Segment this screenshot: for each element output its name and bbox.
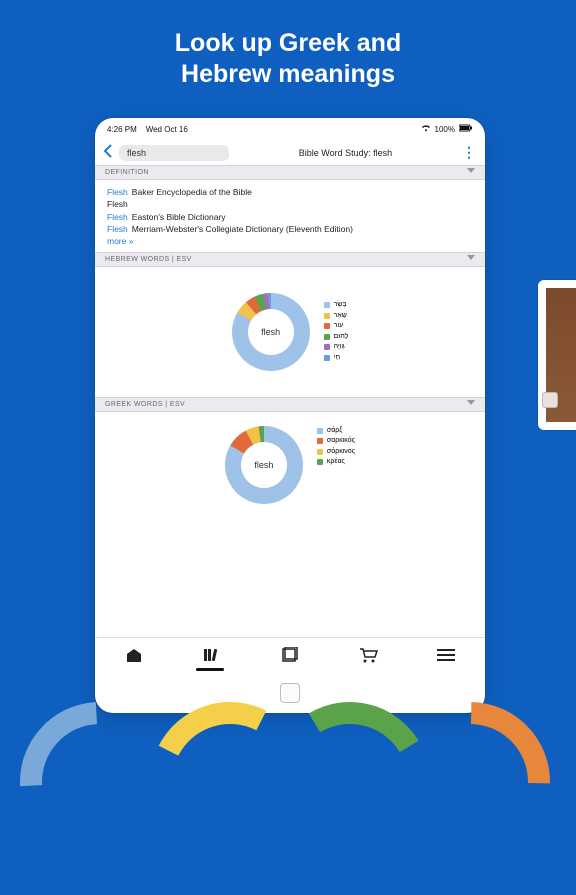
legend-label: גְּוִיָּה: [334, 342, 345, 353]
definition-row[interactable]: Flesh Merriam-Webster's Collegiate Dictio…: [107, 223, 473, 235]
legend-label: לְחוּם: [334, 332, 349, 343]
greek-legend: σάρξ σαρκικός σάρκινος κρέας: [317, 426, 355, 468]
definition-word-plain: Flesh: [107, 198, 473, 210]
definition-row[interactable]: Flesh Easton's Bible Dictionary: [107, 211, 473, 223]
status-battery: 100%: [435, 125, 455, 134]
search-value: flesh: [127, 148, 146, 158]
swatch-icon: [324, 344, 330, 350]
section-definition-label: DEFINITION: [105, 169, 149, 176]
legend-item[interactable]: גְּוִיָּה: [324, 342, 349, 353]
hebrew-legend: בָּשָׂר שְׁאֵר עוֹר לְחוּם גְּוִיָּה חַי: [324, 300, 349, 363]
legend-label: κρέας: [327, 457, 345, 468]
legend-label: σάρξ: [327, 426, 342, 437]
chevron-down-icon: [467, 168, 475, 173]
chevron-down-icon: [467, 400, 475, 405]
legend-label: σαρκικός: [327, 436, 355, 447]
definition-source: Merriam-Webster's Collegiate Dictionary …: [132, 224, 353, 234]
wifi-icon: [421, 124, 431, 134]
definition-source: Baker Encyclopedia of the Bible: [132, 187, 252, 197]
legend-item[interactable]: חַי: [324, 353, 349, 364]
tab-menu[interactable]: [437, 648, 455, 666]
legend-item[interactable]: עוֹר: [324, 321, 349, 332]
legend-item[interactable]: σάρξ: [317, 426, 355, 437]
definitions-list: FleshBaker Encyclopedia of the Bible Fle…: [95, 180, 485, 252]
back-button[interactable]: [103, 144, 113, 161]
nav-bar: flesh Bible Word Study: flesh ⋮: [95, 140, 485, 165]
next-screenshot-peek: [538, 280, 576, 430]
definition-word: Flesh: [107, 212, 128, 222]
battery-icon: [459, 124, 473, 134]
legend-item[interactable]: לְחוּם: [324, 332, 349, 343]
legend-label: חַי: [334, 353, 340, 364]
search-input[interactable]: flesh: [119, 145, 229, 161]
bottom-tab-bar: [95, 637, 485, 675]
more-options-button[interactable]: ⋮: [462, 144, 477, 161]
legend-item[interactable]: שְׁאֵר: [324, 311, 349, 322]
hebrew-chart: flesh בָּשָׂר שְׁאֵר עוֹר לְחוּם גְּוִיָ…: [95, 267, 485, 397]
tab-store[interactable]: [358, 647, 378, 667]
legend-item[interactable]: בָּשָׂר: [324, 300, 349, 311]
marketing-headline: Look up Greek and Hebrew meanings: [0, 0, 576, 115]
legend-item[interactable]: κρέας: [317, 457, 355, 468]
tab-home[interactable]: [125, 647, 143, 667]
tab-library[interactable]: [202, 647, 220, 667]
swatch-icon: [317, 459, 323, 465]
section-hebrew-label: HEBREW WORDS | ESV: [105, 256, 192, 263]
tab-read[interactable]: [280, 647, 298, 667]
swatch-icon: [324, 334, 330, 340]
donut-chart-greek[interactable]: flesh: [225, 426, 303, 504]
definition-word: Flesh: [107, 187, 128, 197]
tablet-frame: 4:26 PM Wed Oct 16 100% flesh Bible Word…: [95, 118, 485, 713]
definition-word: Flesh: [107, 224, 128, 234]
more-link[interactable]: more »: [107, 236, 133, 246]
donut-chart-hebrew[interactable]: flesh: [232, 293, 310, 371]
status-date: Wed Oct 16: [146, 125, 188, 134]
legend-label: בָּשָׂר: [334, 300, 347, 311]
legend-label: עוֹר: [334, 321, 344, 332]
status-time: 4:26 PM: [107, 125, 137, 134]
status-bar: 4:26 PM Wed Oct 16 100%: [95, 118, 485, 140]
swatch-icon: [324, 323, 330, 329]
greek-chart: flesh σάρξ σαρκικός σάρκινος κρέας: [95, 412, 485, 632]
definition-source: Easton's Bible Dictionary: [132, 212, 226, 222]
donut-center-label: flesh: [248, 309, 294, 355]
section-greek[interactable]: GREEK WORDS | ESV: [95, 397, 485, 412]
chevron-down-icon: [467, 255, 475, 260]
page-title: Bible Word Study: flesh: [235, 148, 456, 158]
definition-row[interactable]: Flesh Baker Encyclopedia of the Bible: [107, 186, 473, 198]
headline-line1: Look up Greek and: [175, 29, 401, 57]
background-fan-graphic: [0, 682, 576, 802]
legend-item[interactable]: σαρκικός: [317, 436, 355, 447]
active-tab-indicator: [196, 668, 224, 671]
donut-center-label: flesh: [241, 442, 287, 488]
swatch-icon: [317, 428, 323, 434]
swatch-icon: [324, 302, 330, 308]
fan-wedge: [357, 669, 576, 895]
swatch-icon: [317, 449, 323, 455]
section-hebrew[interactable]: HEBREW WORDS | ESV: [95, 252, 485, 267]
swatch-icon: [317, 438, 323, 444]
peek-tab: [542, 392, 558, 408]
headline-line2: Hebrew meanings: [181, 60, 395, 88]
legend-label: σάρκινος: [327, 447, 355, 458]
legend-label: שְׁאֵר: [334, 311, 347, 322]
legend-item[interactable]: σάρκινος: [317, 447, 355, 458]
swatch-icon: [324, 355, 330, 361]
section-definition[interactable]: DEFINITION: [95, 165, 485, 180]
swatch-icon: [324, 313, 330, 319]
section-greek-label: GREEK WORDS | ESV: [105, 401, 185, 408]
